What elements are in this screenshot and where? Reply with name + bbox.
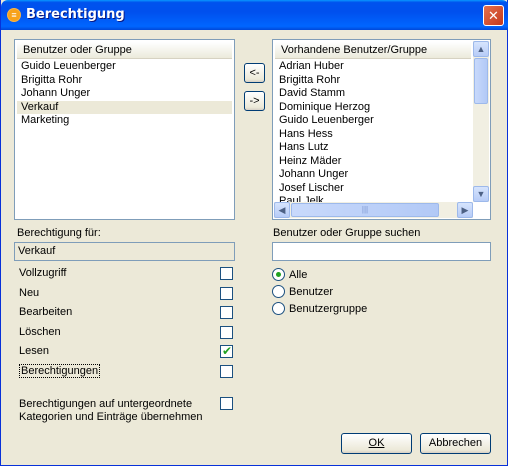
- add-user-button[interactable]: <-: [244, 63, 265, 83]
- list-item[interactable]: Brigitta Rohr: [17, 74, 232, 88]
- close-icon: ✕: [488, 8, 499, 23]
- list-item[interactable]: Johann Unger: [275, 168, 471, 182]
- permission-label: Vollzugriff: [19, 267, 67, 279]
- ok-button[interactable]: OK: [341, 433, 412, 454]
- list-item[interactable]: Hans Hess: [275, 128, 471, 142]
- permission-for-field: Verkauf: [14, 242, 235, 261]
- filter-radio-label[interactable]: Alle: [289, 269, 307, 281]
- permission-checkbox[interactable]: ✔: [220, 344, 233, 358]
- assigned-users-body: Guido Leuenberger Brigitta Rohr Johann Ung…: [17, 60, 232, 218]
- list-item[interactable]: Verkauf: [17, 100, 232, 114]
- available-users-body: Adrian Huber Brigitta Rohr David Stamm Domi…: [275, 60, 471, 204]
- permission-label: Neu: [19, 287, 39, 299]
- permission-checkbox[interactable]: [220, 306, 233, 319]
- inherit-label-line1: Berechtigungen auf untergeordnete: [19, 398, 193, 410]
- list-item[interactable]: Hans Lutz: [275, 141, 471, 155]
- permission-dialog: ≡ Berechtigung ✕ Benutzer oder Gruppe Gu…: [0, 0, 508, 466]
- scroll-up-icon[interactable]: ▲: [473, 41, 489, 57]
- permission-label: Löschen: [19, 326, 61, 338]
- cancel-button-label: Abbrechen: [428, 437, 483, 449]
- remove-user-button[interactable]: ->: [244, 91, 265, 111]
- permission-label-text: Berechtigungen: [19, 363, 101, 378]
- permission-label-text: Lesen: [19, 345, 49, 357]
- assigned-users-list[interactable]: Benutzer oder Gruppe Guido Leuenberger Br…: [14, 39, 235, 220]
- filter-radio-label[interactable]: Benutzergruppe: [289, 303, 367, 315]
- list-item[interactable]: Guido Leuenberger: [275, 114, 471, 128]
- scroll-grip-icon: |||: [361, 205, 369, 214]
- scroll-down-icon[interactable]: ▼: [473, 186, 489, 202]
- filter-radio[interactable]: [272, 302, 285, 315]
- permission-checkbox[interactable]: [220, 267, 233, 280]
- search-label: Benutzer oder Gruppe suchen: [273, 227, 421, 239]
- permission-label: Berechtigungen: [19, 363, 101, 378]
- permission-label: Bearbeiten: [19, 306, 72, 318]
- permission-label-text: Löschen: [19, 325, 61, 338]
- window-title: Berechtigung: [26, 7, 125, 22]
- permission-label-text: Neu: [19, 286, 40, 299]
- scroll-right-icon[interactable]: ▶: [457, 202, 473, 218]
- check-icon: ✔: [222, 344, 233, 358]
- vertical-scrollbar[interactable]: ▲ ▼: [473, 41, 489, 202]
- inherit-checkbox[interactable]: [220, 397, 233, 410]
- vertical-scroll-thumb[interactable]: [474, 58, 488, 104]
- available-users-list[interactable]: Vorhandene Benutzer/Gruppe Adrian Huber B…: [272, 39, 491, 220]
- permission-checkbox[interactable]: [220, 286, 233, 300]
- ok-button-label: OK: [368, 437, 385, 449]
- list-item[interactable]: Guido Leuenberger: [17, 60, 232, 74]
- filter-radio[interactable]: [272, 268, 285, 281]
- permission-label-text: Bearbeiten: [19, 306, 73, 318]
- search-input[interactable]: [272, 242, 491, 261]
- list-item[interactable]: Dominique Herzog: [275, 101, 471, 115]
- horizontal-scrollbar[interactable]: ◀ ||| ▶: [274, 202, 473, 218]
- permission-checkbox[interactable]: [220, 325, 233, 339]
- scroll-left-icon[interactable]: ◀: [274, 202, 290, 218]
- list-item[interactable]: Josef Lischer: [275, 182, 471, 196]
- assigned-users-header[interactable]: Benutzer oder Gruppe: [17, 42, 232, 59]
- inherit-label-line2: Kategorien und Einträge übernehmen: [19, 411, 203, 423]
- cancel-button[interactable]: Abbrechen: [420, 433, 491, 454]
- list-item[interactable]: Brigitta Rohr: [275, 74, 471, 88]
- permission-for-label: Berechtigung für:: [17, 227, 101, 239]
- filter-radio[interactable]: [272, 285, 285, 298]
- available-users-header[interactable]: Vorhandene Benutzer/Gruppe: [275, 42, 471, 59]
- radio-selected-dot: [276, 272, 281, 277]
- permission-label-text: Vollzugriff: [19, 267, 67, 279]
- filter-radio-label[interactable]: Benutzer: [289, 286, 333, 298]
- app-icon: ≡: [7, 8, 21, 22]
- horizontal-scroll-thumb[interactable]: |||: [291, 203, 439, 217]
- list-item[interactable]: Adrian Huber: [275, 60, 471, 74]
- permission-label: Lesen: [19, 345, 49, 357]
- list-item[interactable]: Johann Unger: [17, 87, 232, 101]
- permission-checkbox[interactable]: [220, 364, 233, 378]
- list-item[interactable]: Heinz Mäder: [275, 155, 471, 169]
- list-item[interactable]: Marketing: [17, 114, 232, 128]
- close-button[interactable]: ✕: [483, 5, 504, 26]
- list-item[interactable]: David Stamm: [275, 87, 471, 101]
- title-bar[interactable]: ≡ Berechtigung ✕: [1, 0, 508, 30]
